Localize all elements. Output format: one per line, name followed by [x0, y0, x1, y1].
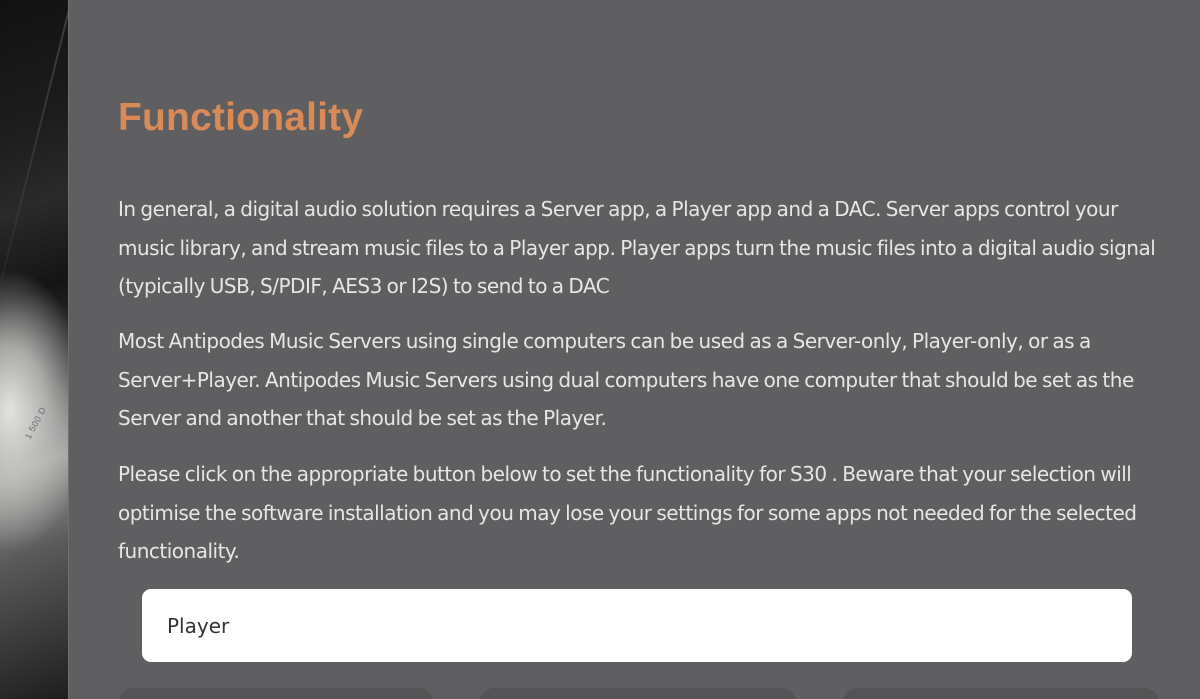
functionality-panel: Functionality In general, a digital audi…: [68, 0, 1200, 699]
intro-paragraph: In general, a digital audio solution req…: [118, 197, 1156, 298]
option-button-2[interactable]: [480, 688, 796, 699]
screen: 1 500 D Functionality In general, a digi…: [0, 0, 1200, 699]
option-button-1[interactable]: [119, 688, 433, 699]
dial-label: 1 500 D: [22, 405, 49, 441]
server-types-paragraph: Most Antipodes Music Servers using singl…: [118, 329, 1134, 430]
option-button-3[interactable]: [843, 688, 1159, 699]
instructions-paragraph: Please click on the appropriate button b…: [118, 462, 1137, 563]
device-edge: [0, 0, 73, 340]
player-button[interactable]: Player: [142, 589, 1132, 662]
background-photo: 1 500 D: [0, 0, 73, 699]
page-title: Functionality: [118, 96, 364, 139]
